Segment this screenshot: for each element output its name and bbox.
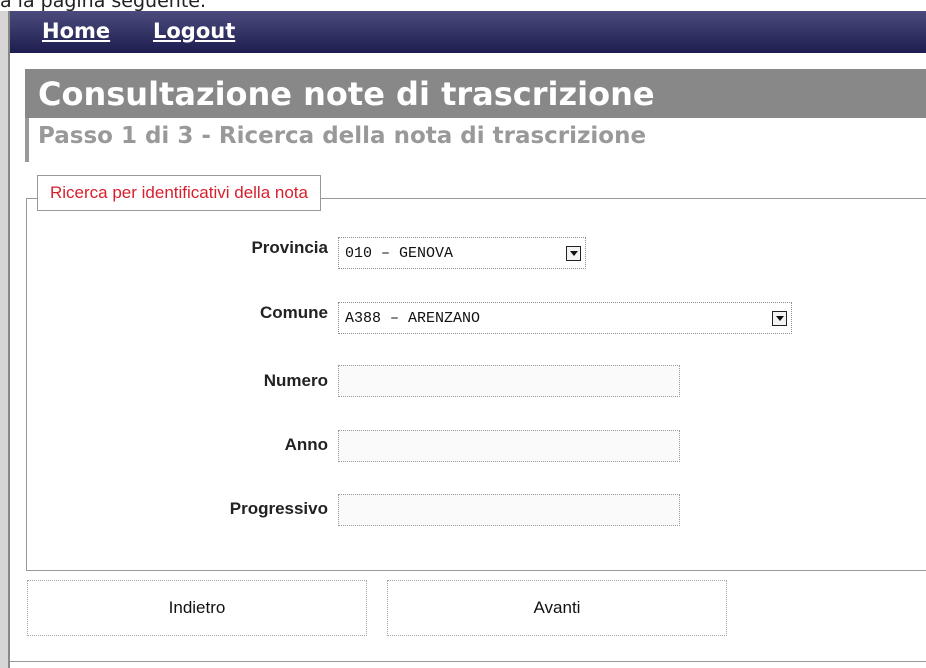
anno-input[interactable] xyxy=(338,430,680,462)
logout-link[interactable]: Logout xyxy=(153,19,235,43)
page-subtitle: Passo 1 di 3 - Ricerca della nota di tra… xyxy=(38,123,647,149)
numero-input[interactable] xyxy=(338,365,680,397)
provincia-selected-value: 010 – GENOVA xyxy=(345,245,454,262)
comune-selected-value: A388 – ARENZANO xyxy=(345,310,481,327)
bottom-divider xyxy=(10,661,926,662)
top-navigation-bar: Home Logout xyxy=(10,11,926,53)
main-content: Consultazione note di trascrizione Passo… xyxy=(10,53,926,668)
numero-label: Numero xyxy=(263,371,328,390)
back-button[interactable]: Indietro xyxy=(27,580,367,636)
window-left-border xyxy=(0,11,10,668)
search-fieldset-legend: Ricerca per identificativi della nota xyxy=(37,175,321,211)
comune-label: Comune xyxy=(260,303,328,322)
chevron-down-icon[interactable] xyxy=(566,246,581,261)
progressivo-label: Progressivo xyxy=(229,499,328,518)
next-button[interactable]: Avanti xyxy=(387,580,727,636)
page-title: Consultazione note di trascrizione xyxy=(38,75,655,113)
anno-label: Anno xyxy=(284,435,328,454)
home-link[interactable]: Home xyxy=(42,19,110,43)
comune-select[interactable]: A388 – ARENZANO xyxy=(338,302,792,334)
chevron-down-icon[interactable] xyxy=(772,311,787,326)
progressivo-input[interactable] xyxy=(338,494,680,526)
provincia-select[interactable]: 010 – GENOVA xyxy=(338,237,586,269)
provincia-label: Provincia xyxy=(251,238,328,257)
